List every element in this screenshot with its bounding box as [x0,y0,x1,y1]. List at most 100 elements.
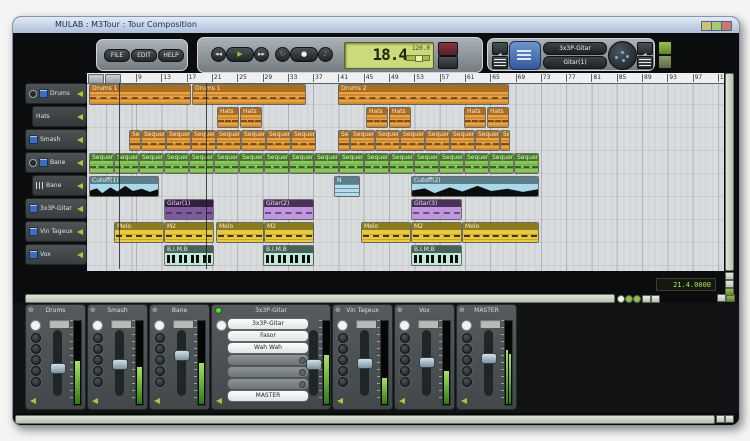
send-knob[interactable] [462,333,472,343]
mixer-strip-3x3p-gitar[interactable]: 3x3P-Gitar 3x3P-Gitar Fasor Wah Wah MASTER [211,304,331,410]
mixer-strip-vox[interactable]: Vox ⊕ [394,304,455,410]
close-button[interactable] [721,21,732,31]
channel-select-button[interactable] [337,320,348,331]
arrange-grid[interactable]: 9 13 17 21 25 29 33 37 41 45 49 53 57 61 65 69 73 77 81 85 8… [87,73,724,271]
clip-sequen[interactable]: Sequen [266,130,291,151]
zoom-dot-button-3[interactable] [633,295,641,303]
send-knob[interactable] [462,344,472,354]
clip-sequen[interactable]: Sequen [450,130,475,151]
track-row-3x3p-gitar[interactable]: 3x3P-Gitar [25,198,87,219]
patch-menu-icon-2[interactable] [637,56,653,69]
module-name-field[interactable]: Gitar(1) [543,56,607,69]
send-knob[interactable] [93,355,103,365]
clip-sequen[interactable]: Sequen [166,130,191,151]
speaker-icon[interactable] [77,160,83,166]
transport-extra-button-2[interactable] [438,56,458,69]
clip-melo[interactable]: Melo [114,222,164,243]
channel-select-button[interactable] [461,320,472,331]
panel-button-green[interactable] [658,41,672,55]
rewind-button[interactable]: ◂◂ [211,47,226,62]
volume-fader[interactable] [481,330,497,396]
vscroll-button-3[interactable] [725,288,734,296]
speaker-icon[interactable] [30,398,36,404]
send-knob[interactable] [31,333,41,343]
edit-button[interactable]: EDIT [131,49,157,62]
clip-sequen[interactable]: Sequen [514,153,539,174]
send-knob[interactable] [155,333,165,343]
clip-hats[interactable]: Hats [366,107,388,128]
clip-sequen[interactable]: Sequen [464,153,489,174]
clip-sequen[interactable]: Sequen [164,153,189,174]
loop-button[interactable]: ↻ [275,47,290,62]
clip-sequen[interactable]: Sequen [216,130,241,151]
clip-sequen[interactable]: Sequen [291,130,316,151]
clip-sequen[interactable]: Sequen [389,153,414,174]
send-knob[interactable] [400,377,410,387]
fader-cap[interactable] [174,350,190,362]
clip-b-i-m-b[interactable]: B.I.M.B [411,245,462,266]
send-knob[interactable] [400,366,410,376]
volume-fader[interactable] [50,330,66,396]
clip-sequen[interactable]: Sequen [338,130,350,151]
play-button[interactable]: ▶ [226,47,254,62]
insert-slot-empty[interactable] [227,378,309,390]
volume-fader[interactable] [306,330,322,396]
mixer-strip-drums[interactable]: Drums ⊕ [25,304,86,410]
speaker-icon[interactable] [77,91,83,97]
clip-sequen[interactable]: Sequen [139,153,164,174]
forward-button[interactable]: ▸▸ [254,47,269,62]
send-knob[interactable] [338,366,348,376]
metronome-button[interactable]: ♪ [318,47,333,62]
clip-sequen[interactable]: Sequen [289,153,314,174]
speaker-icon[interactable] [77,114,83,120]
titlebar[interactable]: MULAB : M3Tour : Tour Composition [13,17,739,34]
track-row-hats[interactable]: Hats [32,106,87,127]
clip-gitar-2-[interactable]: Gitar(2) [263,199,314,220]
send-knob[interactable] [31,355,41,365]
volume-fader[interactable] [174,330,190,396]
panel-button-green-2[interactable] [658,55,672,69]
zoom-dot-button-2[interactable] [625,295,633,303]
clip-sequen[interactable]: Sequen [439,153,464,174]
clip-hats[interactable]: Hats [240,107,262,128]
clip-sequen[interactable]: Sequen [425,130,450,151]
ruler-button-1[interactable] [88,74,104,84]
clip-sequen[interactable]: Sequen [475,130,500,151]
insert-slot-empty[interactable] [227,354,309,366]
speaker-icon[interactable] [77,137,83,143]
rack-name-field[interactable]: 3x3P-Gitar [543,42,607,55]
clip-drums-2[interactable]: Drums 2 [338,84,509,105]
patch-out-arrow-icon[interactable]: ↱ [492,42,508,60]
speaker-icon[interactable] [92,398,98,404]
zoom-sq-button-2[interactable] [651,295,660,303]
speaker-icon[interactable] [461,398,467,404]
mixer-strip-bane[interactable]: Bane ⊕ [149,304,210,410]
random-knob-icon[interactable] [608,41,637,70]
clip-sequen[interactable]: Sequen [314,153,339,174]
send-knob[interactable] [93,344,103,354]
clip-sequen[interactable]: Sequen [400,130,425,151]
volume-fader[interactable] [112,330,128,396]
send-knob[interactable] [462,355,472,365]
speaker-icon[interactable] [154,398,160,404]
send-knob[interactable] [400,344,410,354]
clip-sequen[interactable]: Sequen [364,153,389,174]
channel-select-button[interactable] [30,320,41,331]
track-row-bane[interactable]: Bane [25,152,87,173]
vscroll-button-1[interactable] [725,272,734,280]
patch-out-arrow-icon-2[interactable]: ↱ [637,42,653,60]
bottom-scroll-button-1[interactable] [716,415,725,423]
clip-sequen[interactable]: Sequen [414,153,439,174]
module-list-icon[interactable] [509,41,541,70]
clip-hats[interactable]: Hats [487,107,509,128]
clip-sequen[interactable]: Sequen [129,130,141,151]
send-knob[interactable] [338,344,348,354]
speaker-icon[interactable] [77,229,83,235]
insert-slot-fasor[interactable]: Fasor [227,330,309,342]
clip-sequen[interactable]: Sequen [264,153,289,174]
send-knob[interactable] [93,377,103,387]
send-knob[interactable] [400,333,410,343]
track-row-drums[interactable]: Drums [25,83,87,104]
insert-slot-master[interactable]: MASTER [227,390,309,402]
insert-slot-wah-wah[interactable]: Wah Wah [227,342,309,354]
